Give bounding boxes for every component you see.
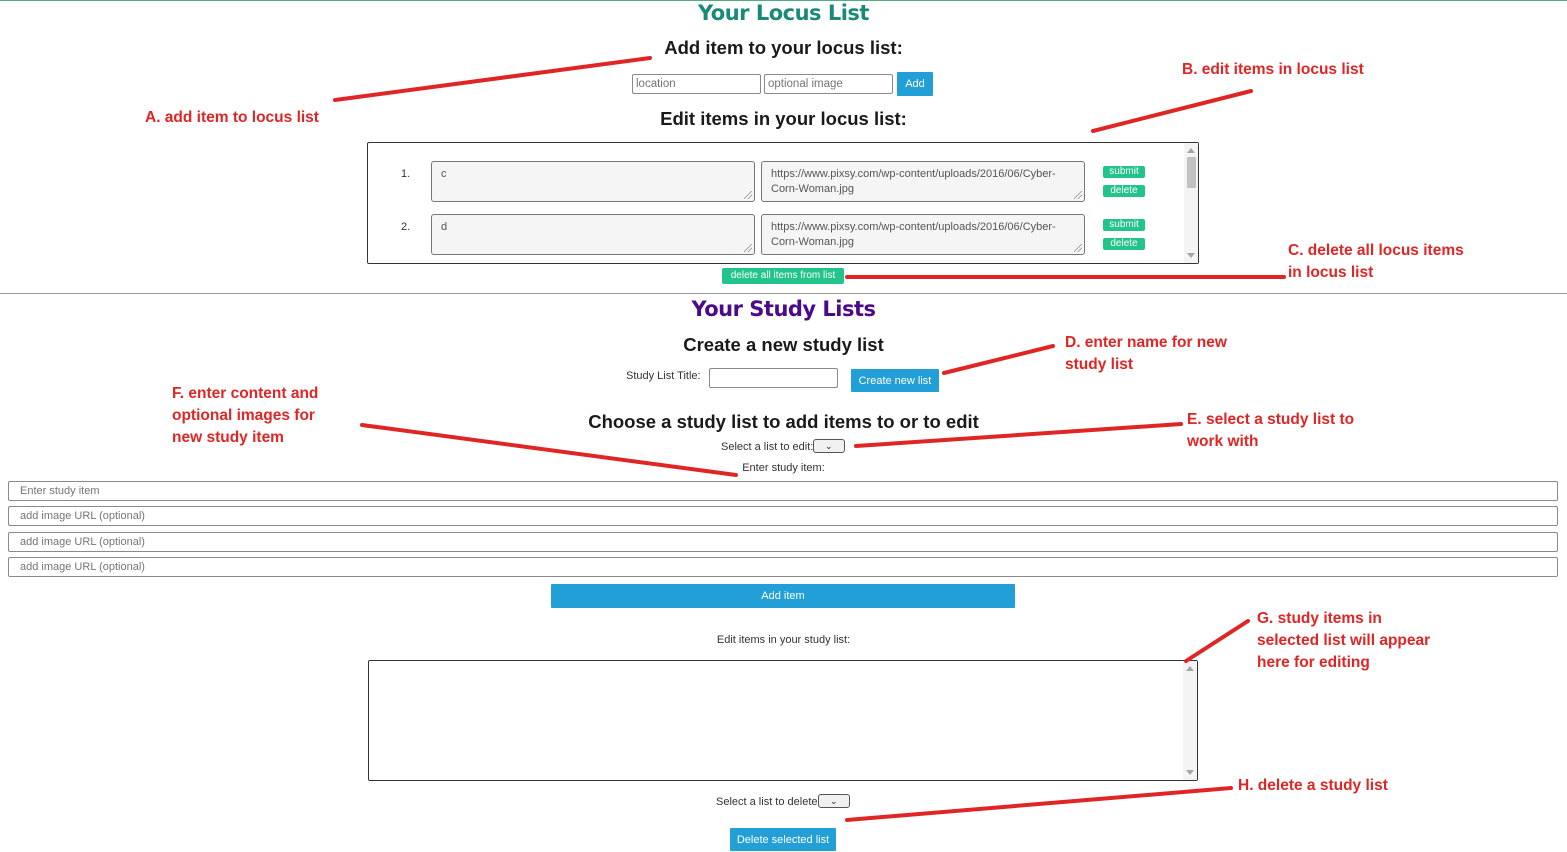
image-url-input[interactable]	[8, 532, 1558, 552]
annotation-line: A. add item to locus list	[145, 109, 319, 126]
annotation-line: optional images for	[172, 407, 315, 424]
select-list-delete-dropdown[interactable]: ⌄	[818, 794, 850, 808]
annotation-line: study list	[1065, 356, 1134, 373]
image-url-input[interactable]	[8, 557, 1558, 577]
annotation-line: new study item	[172, 429, 284, 446]
scroll-down-arrow-icon[interactable]	[1186, 770, 1194, 775]
locus-item-submit-button[interactable]: submit	[1103, 166, 1145, 178]
add-study-item-button[interactable]: Add item	[551, 584, 1015, 608]
resize-grip-icon[interactable]	[1074, 191, 1082, 199]
select-list-edit-dropdown[interactable]: ⌄	[813, 439, 845, 453]
annotation-d: D. enter name for new study list	[1065, 332, 1227, 376]
study-list-title-input[interactable]	[709, 368, 838, 388]
annotation-b: B. edit items in locus list	[1182, 59, 1364, 81]
annotation-line: C. delete all locus items	[1288, 242, 1464, 259]
create-study-heading: Create a new study list	[683, 334, 884, 355]
scroll-thumb[interactable]	[1187, 157, 1196, 188]
study-items-panel[interactable]	[368, 660, 1198, 781]
annotation-line: in locus list	[1288, 264, 1374, 281]
pointer-a	[333, 56, 652, 102]
annotation-line: G. study items in	[1257, 610, 1382, 627]
create-new-list-button[interactable]: Create new list	[851, 369, 939, 392]
locus-list-title: Your Locus List	[698, 1, 869, 25]
locus-items-panel[interactable]: 1. c https://www.pixsy.com/wp-content/up…	[367, 142, 1199, 264]
annotation-f: F. enter content and optional images for…	[172, 383, 318, 449]
annotation-h: H. delete a study list	[1238, 775, 1388, 797]
pointer-h	[845, 786, 1233, 822]
delete-all-locus-button[interactable]: delete all items from list	[722, 268, 844, 284]
study-scrollbar[interactable]	[1183, 661, 1197, 780]
section-divider	[0, 293, 1567, 294]
select-list-delete-label: Select a list to delete:	[716, 796, 821, 808]
scroll-up-arrow-icon[interactable]	[1187, 148, 1195, 153]
scroll-down-arrow-icon[interactable]	[1187, 253, 1195, 258]
select-list-edit-label: Select a list to edit:	[721, 441, 814, 453]
add-locus-button[interactable]: Add	[897, 72, 933, 96]
annotation-line: B. edit items in locus list	[1182, 61, 1364, 78]
locus-item-text: c	[441, 168, 447, 180]
locus-item-url-field[interactable]: https://www.pixsy.com/wp-content/uploads…	[761, 161, 1085, 202]
locus-item-text-field[interactable]: c	[431, 161, 755, 202]
locus-item-text: d	[441, 221, 448, 233]
resize-grip-icon[interactable]	[744, 244, 752, 252]
locus-item-url: https://www.pixsy.com/wp-content/uploads…	[771, 168, 1056, 195]
annotation-line: D. enter name for new	[1065, 334, 1227, 351]
annotation-line: work with	[1187, 433, 1259, 450]
delete-selected-list-button[interactable]: Delete selected list	[730, 828, 836, 851]
annotation-line: E. select a study list to	[1187, 411, 1355, 428]
locus-item-text-field[interactable]: d	[431, 214, 755, 255]
locus-item-url: https://www.pixsy.com/wp-content/uploads…	[771, 221, 1056, 248]
annotation-e: E. select a study list to work with	[1187, 409, 1354, 453]
scroll-up-arrow-icon[interactable]	[1186, 666, 1194, 671]
locus-item-url-field[interactable]: https://www.pixsy.com/wp-content/uploads…	[761, 214, 1085, 255]
chevron-down-icon: ⌄	[830, 796, 838, 806]
study-item-input[interactable]	[8, 481, 1558, 501]
locus-item-number: 1.	[401, 168, 411, 180]
locus-item-submit-button[interactable]: submit	[1103, 219, 1145, 231]
annotation-line: selected list will appear	[1257, 632, 1431, 649]
locus-scrollbar[interactable]	[1184, 143, 1198, 263]
enter-study-item-label: Enter study item:	[742, 462, 825, 474]
annotation-line: F. enter content and	[172, 385, 319, 402]
location-input[interactable]	[632, 74, 761, 94]
study-lists-title: Your Study Lists	[691, 297, 876, 321]
annotation-a: A. add item to locus list	[145, 107, 319, 129]
add-locus-heading: Add item to your locus list:	[664, 37, 903, 58]
locus-item-delete-button[interactable]: delete	[1103, 185, 1145, 197]
optional-image-input[interactable]	[764, 74, 893, 94]
annotation-line: here for editing	[1257, 654, 1370, 671]
annotation-g: G. study items in selected list will app…	[1257, 608, 1430, 674]
study-list-title-label: Study List Title:	[626, 370, 701, 382]
image-url-input[interactable]	[8, 506, 1558, 526]
resize-grip-icon[interactable]	[1074, 244, 1082, 252]
annotation-line: H. delete a study list	[1238, 777, 1388, 794]
locus-item-number: 2.	[401, 221, 411, 233]
locus-item-delete-button[interactable]: delete	[1103, 238, 1145, 250]
annotation-c: C. delete all locus items in locus list	[1288, 240, 1464, 284]
resize-grip-icon[interactable]	[744, 191, 752, 199]
chevron-down-icon: ⌄	[825, 441, 833, 451]
